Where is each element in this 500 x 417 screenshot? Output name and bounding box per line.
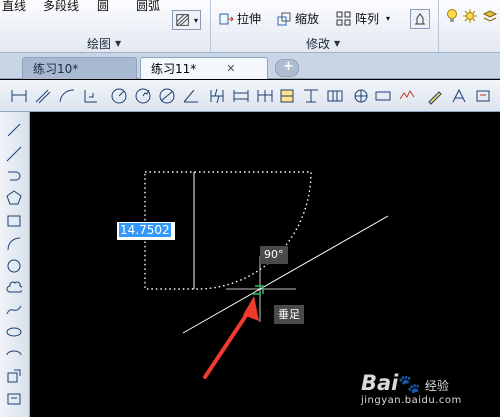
tolerance-icon[interactable] bbox=[326, 87, 344, 105]
close-icon[interactable]: ✕ bbox=[226, 62, 235, 75]
dropdown-arrow-icon: ▼ bbox=[334, 39, 341, 48]
radius-dimension-icon[interactable] bbox=[110, 87, 128, 105]
aligned-dimension-icon[interactable] bbox=[34, 87, 52, 105]
dimension-update-icon[interactable] bbox=[474, 87, 492, 105]
ellipse-icon[interactable] bbox=[6, 324, 22, 340]
arc-icon[interactable] bbox=[6, 236, 22, 252]
document-tab-bar: 练习10* 练习11* ✕ bbox=[0, 53, 500, 79]
group-divider bbox=[210, 0, 211, 52]
dimension-break-icon[interactable] bbox=[302, 87, 320, 105]
line-button[interactable]: 直线 bbox=[2, 0, 26, 14]
stretch-icon bbox=[219, 13, 234, 24]
layer-button[interactable] bbox=[482, 8, 498, 24]
jogged-linear-icon[interactable] bbox=[398, 87, 416, 105]
spline-icon[interactable] bbox=[6, 302, 22, 318]
polygon-icon[interactable] bbox=[6, 190, 22, 206]
circle-button[interactable]: 圆 bbox=[97, 0, 109, 14]
match-properties-icon bbox=[415, 13, 425, 25]
watermark-logo: Bai bbox=[361, 371, 399, 395]
continue-dimension-icon[interactable] bbox=[256, 87, 274, 105]
tab-practice-10[interactable]: 练习10* bbox=[22, 57, 137, 79]
dimension-input-field[interactable]: 14.7502 bbox=[117, 222, 175, 240]
tab-practice-11[interactable]: 练习11* ✕ bbox=[140, 57, 268, 79]
ribbon: 直线 多段线 圆 圆弧 ▾ 绘图 ▼ 拉伸 缩放 阵列 ▾ 修改 ▼ bbox=[0, 0, 500, 53]
dropdown-arrow-icon: ▼ bbox=[115, 39, 122, 48]
hatch-icon bbox=[176, 14, 189, 26]
sun-button[interactable] bbox=[462, 8, 478, 24]
array-icon bbox=[336, 11, 351, 25]
jogged-dimension-icon[interactable] bbox=[134, 87, 152, 105]
watermark-url: jingyan.baidu.com bbox=[361, 395, 462, 406]
modify-group-label[interactable]: 修改 ▼ bbox=[306, 35, 340, 52]
draw-group-label[interactable]: 绘图 ▼ bbox=[87, 35, 121, 52]
baseline-dimension-icon[interactable] bbox=[232, 87, 250, 105]
quick-dimension-icon[interactable] bbox=[208, 87, 226, 105]
array-button[interactable]: 阵列 ▾ bbox=[336, 10, 390, 27]
arc-button[interactable]: 圆弧 bbox=[136, 0, 160, 14]
sun-icon bbox=[463, 9, 477, 23]
lightbulb-icon bbox=[447, 9, 457, 22]
stretch-button[interactable]: 拉伸 bbox=[218, 10, 261, 27]
hatch-button[interactable]: ▾ bbox=[172, 10, 202, 30]
ordinate-dimension-icon[interactable] bbox=[82, 87, 100, 105]
diameter-dimension-icon[interactable] bbox=[158, 87, 176, 105]
angle-tooltip: 90° bbox=[260, 246, 288, 264]
center-mark-icon[interactable] bbox=[352, 87, 370, 105]
snap-tooltip: 垂足 bbox=[274, 305, 304, 324]
dimension-toolbar bbox=[0, 80, 500, 112]
scale-icon bbox=[277, 12, 291, 25]
arc-length-icon[interactable] bbox=[58, 87, 76, 105]
chevron-down-icon: ▾ bbox=[386, 14, 391, 23]
revision-cloud-icon[interactable] bbox=[6, 280, 22, 296]
make-block-icon[interactable] bbox=[6, 390, 22, 406]
ellipse-arc-icon[interactable] bbox=[6, 346, 22, 362]
bulb-button[interactable] bbox=[444, 8, 460, 24]
drawing-canvas[interactable]: 14.7502 90° 垂足 Bai🐾 经验 jingyan.baidu.com bbox=[31, 112, 500, 417]
linear-dimension-icon[interactable] bbox=[10, 87, 28, 105]
insert-block-icon[interactable] bbox=[6, 368, 22, 384]
match-properties-button[interactable] bbox=[410, 9, 430, 29]
scale-button[interactable]: 缩放 bbox=[276, 10, 319, 27]
polyline-icon[interactable] bbox=[6, 168, 22, 184]
group-divider bbox=[438, 0, 439, 52]
dimension-space-icon[interactable] bbox=[278, 87, 296, 105]
rectangle-icon[interactable] bbox=[6, 213, 22, 229]
dimension-edit-icon[interactable] bbox=[426, 87, 444, 105]
polyline-button[interactable]: 多段线 bbox=[43, 0, 79, 14]
construction-line-icon[interactable] bbox=[6, 146, 22, 162]
chevron-down-icon: ▾ bbox=[194, 15, 199, 25]
angular-dimension-icon[interactable] bbox=[182, 87, 200, 105]
line-icon[interactable] bbox=[6, 122, 22, 138]
watermark-label: 经验 bbox=[424, 379, 449, 393]
draw-toolbar bbox=[0, 112, 30, 417]
new-tab-button[interactable] bbox=[275, 59, 299, 77]
circle-icon[interactable] bbox=[6, 258, 22, 274]
inspect-icon[interactable] bbox=[374, 87, 392, 105]
red-arrow-icon bbox=[203, 296, 259, 379]
watermark: Bai🐾 经验 jingyan.baidu.com bbox=[361, 371, 462, 406]
layer-icon bbox=[482, 10, 498, 22]
paw-icon: 🐾 bbox=[398, 374, 421, 395]
dimension-text-edit-icon[interactable] bbox=[450, 87, 468, 105]
